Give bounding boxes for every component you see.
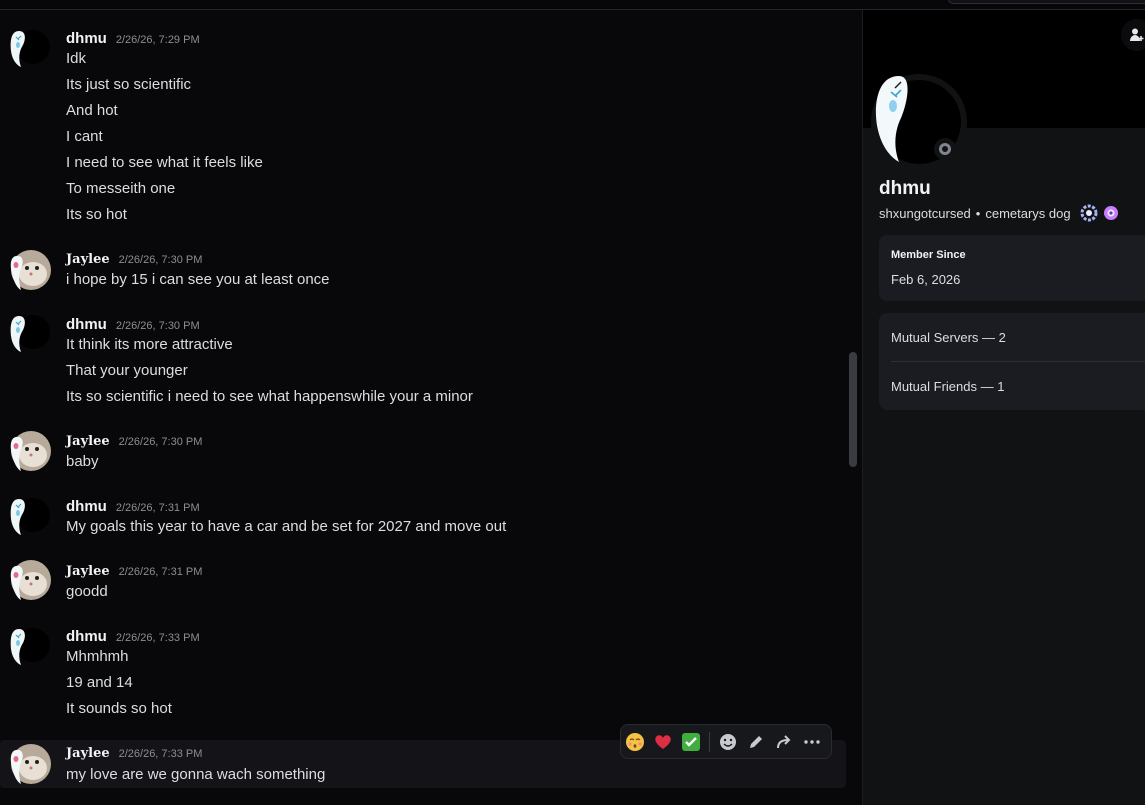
add-friend-icon (1130, 28, 1144, 41)
red-heart-icon (655, 734, 671, 749)
forward-arrow-icon (777, 734, 791, 748)
member-since-card: Member Since Feb 6, 2026 (879, 235, 1145, 301)
chat-scrollbar[interactable] (849, 352, 857, 467)
message-text: my love are we gonna wach something (66, 766, 326, 783)
nitro-badge-icon[interactable] (1103, 205, 1119, 221)
hamster-avatar-icon[interactable] (7, 248, 51, 292)
separator-bullet: • (975, 205, 981, 221)
message-text: Mhmhmh (66, 648, 129, 665)
kissing-face-emoji-reaction[interactable] (621, 728, 649, 756)
message-timestamp: 2/26/26, 7:33 PM (118, 748, 203, 760)
message-timestamp: 2/26/26, 7:29 PM (115, 34, 200, 46)
profile-tagline: cemetarys dog (985, 205, 1071, 221)
mutual-friends-row[interactable]: Mutual Friends — 1 (891, 379, 1004, 394)
ghost-avatar-icon[interactable] (7, 310, 51, 354)
search-box[interactable] (948, 0, 1145, 4)
message-text: My goals this year to have a car and be … (66, 518, 507, 535)
message-author[interactable]: Jaylee (66, 746, 110, 761)
more-dots-icon (804, 739, 820, 744)
profile-display-name: dhmu (879, 178, 931, 199)
message-author[interactable]: Jaylee (66, 434, 110, 449)
quest-badge-icon[interactable] (1080, 204, 1098, 222)
action-divider (709, 731, 710, 752)
message-text: i hope by 15 i can see you at least once (66, 271, 330, 288)
message-text: baby (66, 453, 99, 470)
hamster-avatar-icon[interactable] (7, 558, 51, 602)
message-timestamp: 2/26/26, 7:31 PM (115, 502, 200, 514)
message-text: To messeith one (66, 180, 176, 197)
red-heart-emoji-reaction[interactable] (649, 728, 677, 756)
message-author[interactable]: Jaylee (66, 252, 110, 267)
message-text: That your younger (66, 362, 188, 379)
message-text: 19 and 14 (66, 674, 133, 691)
message-timestamp: 2/26/26, 7:30 PM (118, 254, 203, 266)
user-profile-panel: dhmu shxungotcursed • cemetarys dog Memb… (862, 10, 1145, 805)
edit-button[interactable] (742, 728, 770, 756)
message-author[interactable]: Jaylee (66, 564, 110, 579)
add-reaction-icon (720, 733, 736, 750)
more-options-button[interactable] (798, 728, 826, 756)
message-text: I cant (66, 128, 103, 145)
mutuals-card: Mutual Servers — 2 Mutual Friends — 1 (879, 313, 1145, 410)
member-since-value: Feb 6, 2026 (891, 272, 961, 287)
message-timestamp: 2/26/26, 7:33 PM (115, 632, 200, 644)
edit-pencil-icon (750, 735, 762, 748)
message-text: Its so hot (66, 206, 127, 223)
message-text: It think its more attractive (66, 336, 233, 353)
forward-button[interactable] (770, 728, 798, 756)
top-bar (0, 0, 1145, 10)
ghost-avatar-icon[interactable] (7, 493, 51, 537)
message-text: Its so scientific i need to see what hap… (66, 388, 473, 405)
check-mark-icon (682, 732, 700, 751)
message-actions-bar (620, 724, 832, 759)
message-text: And hot (66, 102, 118, 119)
message-author[interactable]: dhmu (66, 628, 107, 645)
ghost-avatar-icon[interactable] (7, 25, 51, 69)
message-text: Idk (66, 50, 87, 67)
message-timestamp: 2/26/26, 7:30 PM (115, 320, 200, 332)
add-friend-button[interactable] (1121, 19, 1145, 51)
message-text: Its just so scientific (66, 76, 192, 93)
message-author[interactable]: dhmu (66, 498, 107, 515)
profile-handle-row: shxungotcursed • cemetarys dog (879, 204, 1119, 222)
message-timestamp: 2/26/26, 7:30 PM (118, 436, 203, 448)
profile-username[interactable]: shxungotcursed (879, 206, 971, 221)
kissing-face-icon (626, 732, 644, 751)
mutual-servers-row[interactable]: Mutual Servers — 2 (891, 330, 1006, 345)
ghost-avatar-icon[interactable] (7, 623, 51, 667)
chat-messages-area: dhmu 2/26/26, 7:29 PM Idk Its just so sc… (0, 10, 862, 805)
hamster-avatar-icon[interactable] (7, 429, 51, 473)
mutuals-divider (891, 361, 1145, 362)
add-reaction-button[interactable] (714, 728, 742, 756)
ghost-avatar-icon (875, 76, 908, 162)
message-text: goodd (66, 583, 108, 600)
message-text: I need to see what it feels like (66, 154, 263, 171)
message-author[interactable]: dhmu (66, 316, 107, 333)
offline-status-indicator (934, 138, 956, 160)
hamster-avatar-icon[interactable] (7, 742, 51, 786)
check-mark-emoji-reaction[interactable] (677, 728, 705, 756)
member-since-label: Member Since (891, 249, 966, 261)
message-text: It sounds so hot (66, 700, 172, 717)
message-timestamp: 2/26/26, 7:31 PM (118, 566, 203, 578)
message-author[interactable]: dhmu (66, 30, 107, 47)
